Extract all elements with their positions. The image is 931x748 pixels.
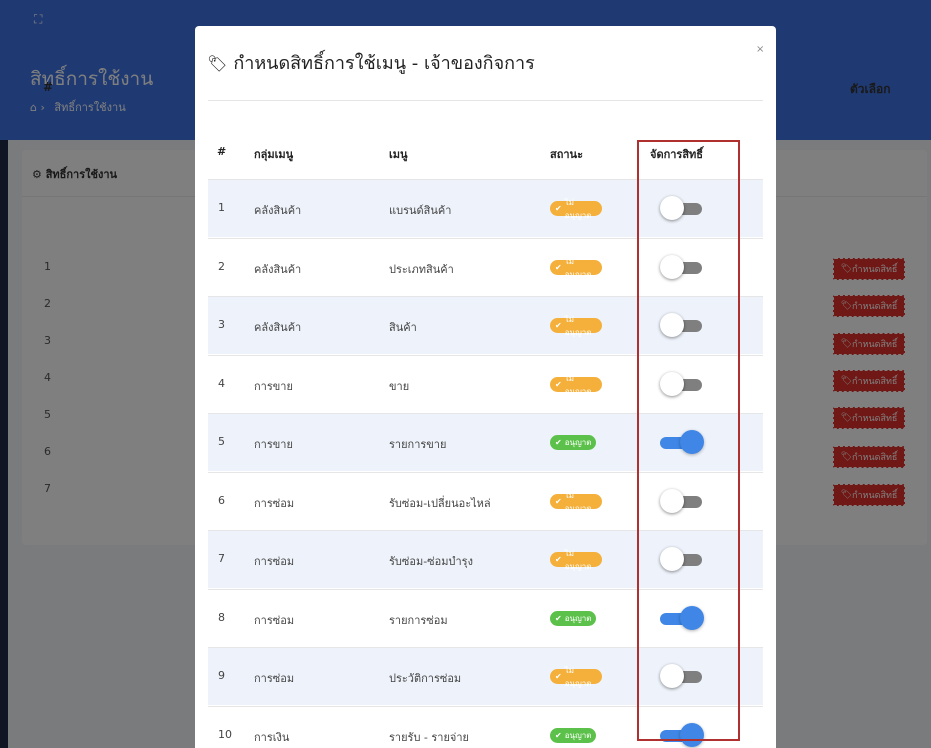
menu-group: การซ่อม [254,614,295,627]
col-num: # [217,145,227,158]
check-circle-icon: ✔ [555,204,562,213]
status-text: ไม่อนุญาต [564,256,592,279]
status-text: อนุญาต [564,438,592,447]
status-badge: ✔ ไม่อนุญาต [550,198,602,220]
col-group: กลุ่มเมนู [254,148,294,161]
status-text: อนุญาต [564,614,592,623]
row-number: 5 [218,435,225,448]
menu-name: สินค้า [389,321,417,334]
menu-name: รายการซ่อม [389,614,448,627]
check-circle-icon: ✔ [555,614,562,623]
menu-group: คลังสินค้า [254,204,302,217]
check-circle-icon: ✔ [555,731,562,740]
tag-icon: 🏷 [207,54,228,73]
check-circle-icon: ✔ [555,263,562,272]
menu-name: รับซ่อม-ซ่อมบำรุง [389,555,473,568]
modal-header: 🏷 กำหนดสิทธิ์การใช้เมนู - เจ้าของกิจการ × [195,26,776,92]
status-badge: ✔ ไม่อนุญาต [550,491,602,513]
status-text: ไม่อนุญาต [564,197,592,220]
status-badge: ✔ ไม่อนุญาต [550,374,602,396]
menu-group: การเงิน [254,731,290,744]
menu-group: คลังสินค้า [254,321,302,334]
check-circle-icon: ✔ [555,497,562,506]
menu-name: ขาย [389,380,410,393]
row-number: 7 [218,552,225,565]
menu-name: ประเภทสินค้า [389,263,454,276]
close-icon[interactable]: × [756,44,764,55]
row-number: 3 [218,318,225,331]
status-text: ไม่อนุญาต [564,548,592,571]
check-circle-icon: ✔ [555,555,562,564]
status-badge: ✔ ไม่อนุญาต [550,549,602,571]
menu-group: การขาย [254,438,293,451]
col-status: สถานะ [550,148,583,161]
status-text: ไม่อนุญาต [564,665,592,688]
status-text: ไม่อนุญาต [564,490,592,513]
row-number: 2 [218,260,225,273]
modal-title: 🏷 กำหนดสิทธิ์การใช้เมนู - เจ้าของกิจการ [207,48,535,77]
menu-group: การซ่อม [254,497,295,510]
row-number: 1 [218,201,225,214]
menu-group: การซ่อม [254,672,295,685]
status-text: ไม่อนุญาต [564,314,592,337]
menu-name: แบรนด์สินค้า [389,204,452,217]
menu-group: การซ่อม [254,555,295,568]
check-circle-icon: ✔ [555,380,562,389]
col-menu: เมนู [389,148,408,161]
check-circle-icon: ✔ [555,672,562,681]
status-badge: ✔ อนุญาต [550,728,596,743]
status-text: ไม่อนุญาต [564,373,592,396]
status-badge: ✔ ไม่อนุญาต [550,666,602,688]
menu-name: ประวัติการซ่อม [389,672,462,685]
menu-name: รับซ่อม-เปลี่ยนอะไหล่ [389,497,491,510]
check-circle-icon: ✔ [555,438,562,447]
check-circle-icon: ✔ [555,321,562,330]
manage-column-highlight [637,140,740,741]
row-number: 10 [218,728,232,741]
modal-title-text: กำหนดสิทธิ์การใช้เมนู - เจ้าของกิจการ [233,53,535,74]
menu-group: การขาย [254,380,293,393]
status-text: อนุญาต [564,731,592,740]
menu-group: คลังสินค้า [254,263,302,276]
row-number: 6 [218,494,225,507]
row-number: 9 [218,669,225,682]
row-number: 8 [218,611,225,624]
status-badge: ✔ อนุญาต [550,611,596,626]
menu-name: รายการขาย [389,438,447,451]
row-number: 4 [218,377,225,390]
status-badge: ✔ ไม่อนุญาต [550,315,602,337]
status-badge: ✔ ไม่อนุญาต [550,257,602,279]
status-badge: ✔ อนุญาต [550,435,596,450]
menu-name: รายรับ - รายจ่าย [389,731,469,744]
